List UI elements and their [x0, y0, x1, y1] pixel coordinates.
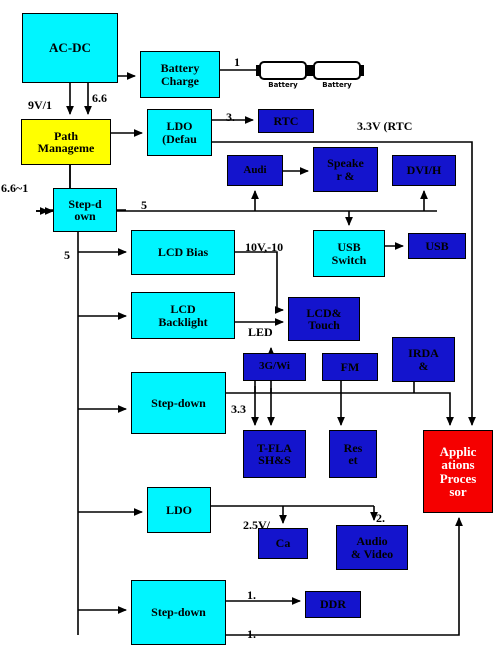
signal-label-lbl_3: 3.	[226, 110, 235, 124]
block-speaker[interactable]: Speake r &	[313, 147, 378, 192]
block-label: FM	[340, 359, 360, 374]
block-step_down_2[interactable]: Step-down	[131, 372, 226, 434]
block-label: & Video	[350, 546, 394, 561]
signal-label-lbl_5b: 5	[64, 248, 70, 262]
battery-terminal-icon	[256, 65, 260, 76]
block-ldo_default[interactable]: LDO (Defau	[147, 109, 212, 156]
block-label: RTC	[273, 113, 299, 128]
block-label: et	[348, 453, 358, 467]
block-label: sor	[449, 483, 467, 499]
block-wifi_3g[interactable]: 3G/Wi	[243, 353, 306, 381]
block-label: Step-down	[151, 605, 206, 620]
block-usb_switch[interactable]: USB Switch	[313, 230, 385, 277]
block-fm[interactable]: FM	[322, 353, 378, 381]
block-ldo_2[interactable]: LDO	[147, 487, 211, 533]
signal-label-lbl_66: 6.6	[92, 91, 107, 105]
signal-label-lbl_1c: 1.	[247, 627, 256, 641]
block-label: AC-DC	[49, 40, 91, 56]
block-label: Proces	[439, 470, 477, 486]
battery-caption: Battery	[322, 81, 352, 89]
block-label: ations	[441, 457, 475, 473]
block-label: 3G/Wi	[259, 360, 290, 373]
signal-label-lbl_661: 6.6~1	[1, 181, 29, 195]
block-label: IRDA	[408, 346, 439, 361]
battery-symbol	[313, 61, 361, 80]
block-t_flash[interactable]: T-FLA SH&S	[243, 430, 306, 478]
block-label: (Defau	[162, 131, 197, 146]
block-label: Touch	[308, 318, 340, 332]
signal-label-lbl_33: 3.3	[231, 402, 246, 416]
block-usb[interactable]: USB	[408, 233, 466, 259]
signal-label-lbl_25v: 2.5V/	[243, 518, 270, 532]
battery-caption: Battery	[268, 81, 298, 89]
signal-label-lbl_led: LED	[248, 325, 273, 339]
signal-label-lbl_10v: 10V,-10	[245, 240, 284, 254]
block-audio_video[interactable]: Audio & Video	[336, 525, 408, 570]
block-label: Step-down	[151, 395, 206, 410]
block-battery_charger[interactable]: Battery Charge	[140, 51, 220, 98]
block-label: DVI/H	[406, 163, 442, 178]
block-label: Audio	[356, 534, 388, 549]
block-reset[interactable]: Res et	[329, 430, 377, 478]
block-label: SH&S	[258, 453, 291, 467]
block-label: Manageme	[37, 141, 95, 155]
block-app_processor[interactable]: Applic ations Proces sor	[423, 430, 493, 513]
block-label: Applic	[439, 444, 477, 459]
block-step_down_3[interactable]: Step-down	[131, 580, 226, 645]
block-irda[interactable]: IRDA &	[392, 337, 455, 382]
block-diagram-canvas: AC-DC Battery Charge Path Manageme LDO (Defau R…	[0, 0, 500, 653]
block-label: USB	[337, 240, 361, 255]
signal-label-lbl_2: 2.	[376, 511, 385, 525]
signal-label-lbl_5a: 5	[141, 198, 147, 212]
block-label: Speake	[327, 156, 364, 171]
signal-label-lbl_9v: 9V/1	[28, 98, 52, 112]
block-label: Ca	[275, 536, 291, 551]
block-label: r &	[336, 168, 355, 183]
block-label: Audi	[243, 163, 267, 176]
block-path_mgmt[interactable]: Path Manageme	[21, 119, 111, 165]
block-ac_dc[interactable]: AC-DC	[22, 13, 118, 83]
block-label: USB	[425, 238, 449, 253]
block-ddr[interactable]: DDR	[305, 591, 361, 618]
battery-symbol	[259, 61, 307, 80]
block-rtc[interactable]: RTC	[258, 109, 314, 133]
block-label: DDR	[320, 597, 346, 612]
block-label: &	[418, 358, 429, 373]
block-label: LCD	[170, 302, 196, 317]
wire-33-to-appproc	[414, 392, 454, 426]
block-lcd_bias[interactable]: LCD Bias	[131, 230, 235, 275]
block-step_down_1[interactable]: Step-d own	[53, 188, 117, 232]
block-label: LCD Bias	[157, 245, 209, 260]
block-label: LDO	[166, 119, 193, 134]
block-label: LDO	[165, 502, 192, 517]
signal-label-lbl_1b: 1.	[247, 588, 256, 602]
block-label: Switch	[331, 252, 367, 267]
signal-label-lbl_1a: 1	[234, 55, 240, 69]
wire-lcdbias-out	[235, 251, 278, 310]
battery-terminal-icon	[360, 65, 364, 76]
block-label: Battery	[160, 61, 200, 76]
block-lcd_backlight[interactable]: LCD Backlight	[131, 292, 235, 339]
signal-label-lbl_33v_rtc: 3.3V (RTC	[357, 119, 413, 133]
battery-terminal-icon	[310, 65, 314, 76]
block-lcd_touch[interactable]: LCD& Touch	[288, 297, 360, 341]
block-audio[interactable]: Audi	[227, 155, 283, 186]
block-label: Charge	[161, 73, 199, 88]
block-label: Backlight	[158, 314, 208, 329]
block-dvi_hdmi[interactable]: DVI/H	[392, 155, 456, 186]
block-label: own	[74, 209, 96, 223]
